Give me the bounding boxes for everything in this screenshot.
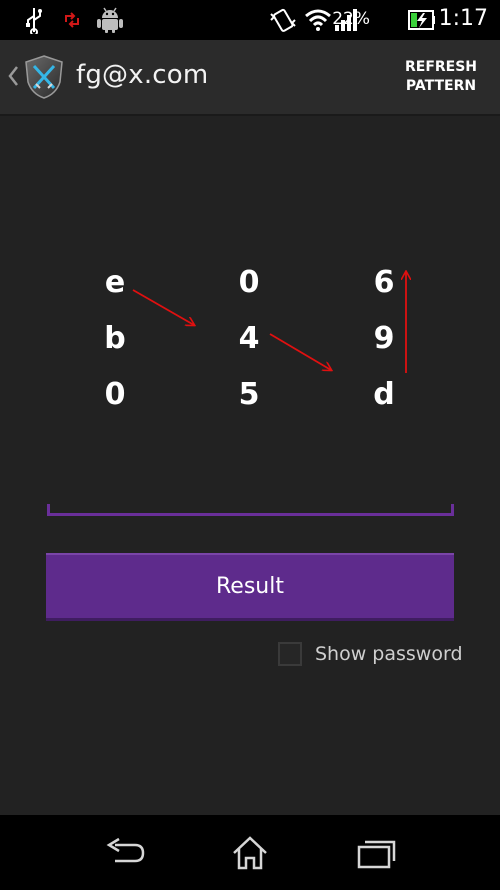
vibrate-icon: [270, 8, 296, 32]
input-underline: [47, 513, 454, 516]
pattern-cell: 0: [238, 265, 260, 300]
navigation-bar: [0, 815, 500, 890]
action-bar: fg@x.com REFRESH PATTERN: [0, 40, 500, 116]
account-title: fg@x.com: [76, 60, 209, 90]
refresh-pattern-button[interactable]: REFRESH PATTERN: [396, 58, 486, 96]
password-input[interactable]: [46, 470, 454, 518]
pattern-grid: e 0 6 b 4 9 0 5 d: [0, 0, 500, 890]
home-icon[interactable]: [220, 833, 280, 873]
input-underline-tick-left: [47, 504, 50, 516]
back-icon[interactable]: [95, 833, 155, 873]
clock: 1:17: [438, 6, 488, 31]
status-bar: 22% 1:17: [0, 0, 500, 40]
up-caret-icon[interactable]: [6, 64, 20, 88]
battery-percent: 22%: [332, 9, 370, 29]
pattern-cell: e: [104, 265, 126, 300]
pattern-arrows: [132, 0, 500, 373]
refresh-label-line2: PATTERN: [405, 78, 477, 94]
pattern-cell: 9: [373, 321, 395, 356]
show-password-checkbox[interactable]: [278, 642, 302, 666]
pattern-cell: b: [104, 321, 126, 356]
wifi-icon: [305, 9, 331, 31]
recent-apps-icon[interactable]: [345, 833, 405, 873]
pattern-arrow: [132, 289, 194, 325]
show-password-label[interactable]: Show password: [315, 643, 463, 665]
pattern-cell: 5: [238, 377, 260, 412]
refresh-label-line1: REFRESH: [404, 59, 478, 75]
pattern-cell: d: [373, 377, 395, 412]
pattern-cell: 4: [238, 321, 260, 356]
usb-icon: [26, 8, 42, 34]
android-icon: [97, 7, 123, 33]
pattern-arrow: [269, 333, 331, 370]
sync-icon: [65, 12, 79, 28]
battery-icon: [408, 10, 435, 30]
app-logo-shield-icon[interactable]: [22, 54, 66, 100]
input-underline-tick-right: [451, 504, 454, 516]
pattern-cell: 0: [104, 377, 126, 412]
result-button[interactable]: Result: [46, 553, 454, 621]
pattern-cell: 6: [373, 265, 395, 300]
